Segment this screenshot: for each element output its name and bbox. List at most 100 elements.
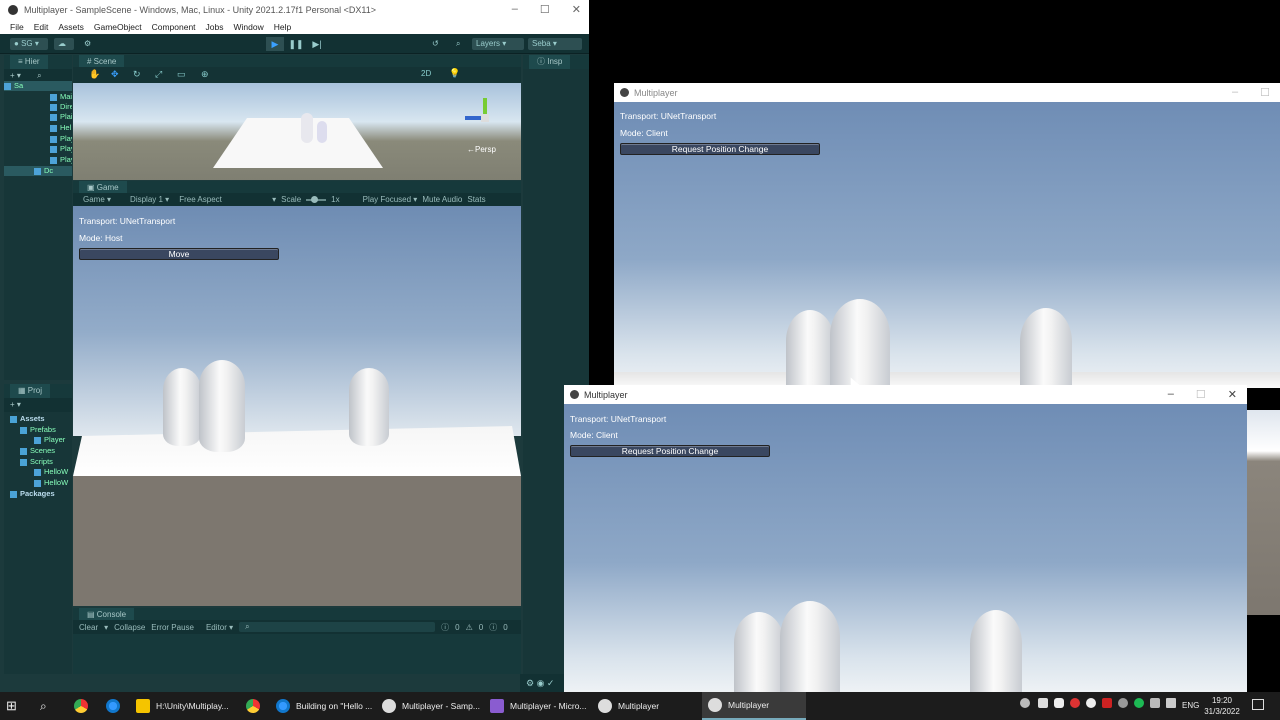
warning-count[interactable]: ⚠ 0 (466, 623, 484, 632)
request-position-change-button[interactable]: Request Position Change (570, 445, 770, 457)
console-log-area[interactable] (73, 634, 521, 674)
clear-dropdown-icon[interactable]: ▾ (104, 623, 108, 632)
play-button[interactable]: ▶ (266, 37, 284, 51)
history-icon[interactable]: ↺ (428, 38, 444, 50)
add-icon[interactable]: + ▾ (10, 71, 21, 80)
spotify-tray-icon[interactable] (1134, 698, 1144, 708)
console-search-input[interactable]: ⌕ (239, 622, 436, 632)
request-position-change-button[interactable]: Request Position Change (620, 143, 820, 155)
menu-window[interactable]: Window (234, 22, 264, 32)
aspect-dropdown[interactable]: Free Aspect ▾ (174, 195, 276, 204)
collapse-button[interactable]: Collapse (114, 623, 145, 632)
tree-item[interactable]: Hel (4, 123, 72, 133)
persp-label[interactable]: ←Persp (467, 145, 496, 154)
editor-dropdown[interactable]: Editor ▾ (200, 623, 233, 632)
error-pause-button[interactable]: Error Pause (151, 623, 194, 632)
scene-viewport[interactable]: ←Persp (73, 83, 521, 180)
chrome-alt-icon[interactable] (106, 692, 126, 720)
windows-start-icon[interactable]: ⊞ (6, 692, 26, 720)
menu-jobs[interactable]: Jobs (206, 22, 224, 32)
tree-folder-packages[interactable]: Packages (4, 489, 72, 499)
record-tray-icon[interactable] (1070, 698, 1080, 708)
pause-button[interactable]: ❚❚ (287, 37, 305, 51)
taskbar-explorer[interactable]: H:\Unity\Multiplay... (136, 692, 240, 720)
maximize-icon[interactable]: ☐ (1196, 388, 1206, 401)
layout-dropdown[interactable]: Seba ▾ (528, 38, 582, 50)
close-icon[interactable]: ✕ (572, 3, 581, 16)
app-red-tray-icon[interactable] (1102, 698, 1112, 708)
play-focused-dropdown[interactable]: Play Focused ▾ (358, 195, 418, 204)
notifications-icon[interactable] (1252, 699, 1264, 710)
tree-item[interactable]: Plai (4, 112, 72, 122)
chrome-icon[interactable] (74, 692, 94, 720)
search-icon[interactable]: ⌕ (40, 692, 60, 720)
toggle-2d-button[interactable]: 2D (421, 69, 431, 78)
client-window-1-viewport[interactable]: Transport: UNetTransport Mode: Client Re… (614, 102, 1280, 388)
client-window-2-viewport[interactable]: Transport: UNetTransport Mode: Client Re… (564, 404, 1247, 692)
cloud-icon[interactable]: ☁ (54, 38, 74, 50)
maximize-icon[interactable]: ☐ (540, 3, 550, 16)
rect-tool-icon[interactable]: ▭ (177, 69, 186, 80)
app-grey-tray-icon[interactable] (1118, 698, 1128, 708)
error-count[interactable]: ⓘ 0 (489, 622, 507, 633)
project-tab[interactable]: ▦ Proj (10, 384, 51, 398)
maximize-icon[interactable]: ☐ (1260, 86, 1270, 99)
step-button[interactable]: ▶| (308, 37, 326, 51)
mute-audio-toggle[interactable]: Mute Audio (422, 195, 462, 204)
taskbar-chrome-building[interactable]: Building on "Hello ... (276, 692, 376, 720)
usb-tray-icon[interactable] (1038, 698, 1048, 708)
tree-item[interactable]: Dire (4, 102, 72, 112)
app-tray-icon[interactable] (1086, 698, 1096, 708)
rotate-tool-icon[interactable]: ↻ (133, 69, 141, 80)
layers-dropdown[interactable]: Layers ▾ (472, 38, 524, 50)
tree-item[interactable]: Play (4, 134, 72, 144)
game-mode-dropdown[interactable]: Game ▾ (78, 195, 111, 204)
tree-folder[interactable]: Scenes (4, 446, 72, 456)
menu-edit[interactable]: Edit (34, 22, 49, 32)
minimize-icon[interactable]: – (1168, 388, 1174, 401)
display-dropdown[interactable]: Display 1 ▾ (125, 195, 169, 204)
move-tool-icon[interactable]: ✥ (111, 69, 119, 80)
tree-folder[interactable]: Scripts (4, 457, 72, 467)
menu-assets[interactable]: Assets (58, 22, 84, 32)
tree-item[interactable]: Player (4, 435, 72, 445)
language-indicator[interactable]: ENG (1182, 701, 1199, 710)
tree-item[interactable]: Play (4, 144, 72, 154)
menu-help[interactable]: Help (274, 22, 291, 32)
add-icon[interactable]: + ▾ (10, 400, 21, 409)
menu-file[interactable]: File (10, 22, 24, 32)
minimize-icon[interactable]: – (512, 3, 518, 16)
hierarchy-tab[interactable]: ≡ Hier (10, 55, 48, 69)
minimize-icon[interactable]: – (1232, 86, 1238, 99)
tree-item[interactable]: Mai (4, 92, 72, 102)
scale-slider[interactable] (306, 195, 327, 203)
search-icon[interactable]: ⌕ (452, 38, 468, 50)
network-tray-icon[interactable] (1020, 698, 1030, 708)
tree-item-scene[interactable]: Sa (4, 81, 72, 91)
tree-item[interactable]: HelloW (4, 478, 72, 488)
clear-button[interactable]: Clear (79, 623, 98, 632)
stats-toggle[interactable]: Stats (467, 195, 485, 204)
tree-folder[interactable]: Prefabs (4, 425, 72, 435)
steam-tray-icon[interactable] (1150, 698, 1160, 708)
transform-tool-icon[interactable]: ⊕ (201, 69, 209, 80)
taskbar-multiplayer-2[interactable]: Multiplayer (702, 692, 806, 720)
scale-slider-handle[interactable] (311, 195, 319, 203)
inspector-tab[interactable]: ⓘ Insp (529, 55, 571, 69)
tree-item-dontdestroy[interactable]: Dc (4, 166, 72, 176)
taskbar-multiplayer-1[interactable]: Multiplayer (598, 692, 698, 720)
scale-tool-icon[interactable]: ⤢ (155, 69, 162, 80)
scene-gizmo[interactable] (465, 98, 505, 138)
lighting-icon[interactable]: 💡 (449, 68, 460, 79)
tree-folder-assets[interactable]: Assets (4, 414, 72, 424)
move-button[interactable]: Move (79, 248, 279, 260)
game-viewport[interactable]: Transport: UNetTransport Mode: Host Move (73, 206, 521, 606)
taskbar-visual-studio[interactable]: Multiplayer - Micro... (490, 692, 594, 720)
volume-tray-icon[interactable] (1166, 698, 1176, 708)
tree-item[interactable]: Play (4, 155, 72, 165)
taskbar-unity-editor[interactable]: Multiplayer - Samp... (382, 692, 486, 720)
hand-tool-icon[interactable]: ✋ (89, 69, 100, 80)
tree-item[interactable]: HelloW (4, 467, 72, 477)
menu-gameobject[interactable]: GameObject (94, 22, 142, 32)
collab-icon[interactable]: ⚙ (80, 38, 94, 50)
